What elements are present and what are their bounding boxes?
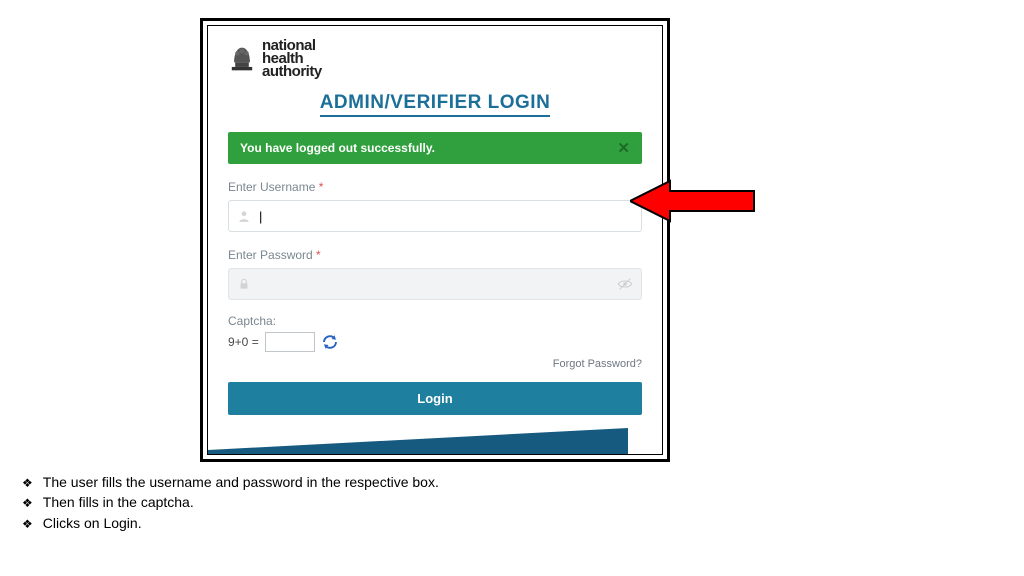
page-title-text: ADMIN/VERIFIER LOGIN [320, 92, 551, 117]
username-input-row[interactable] [228, 200, 642, 232]
captcha-label: Captcha: [228, 314, 642, 328]
user-icon [237, 209, 251, 223]
captcha-challenge: 9+0 = [228, 335, 259, 349]
forgot-password-link[interactable]: Forgot Password? [228, 358, 642, 370]
login-card-outer: national health authority ADMIN/VERIFIER… [200, 18, 670, 462]
captcha-input[interactable] [265, 332, 315, 352]
required-asterisk: * [315, 180, 323, 194]
logout-success-alert: You have logged out successfully. ✕ [228, 132, 642, 164]
username-label-text: Enter Username [228, 180, 315, 194]
password-label-text: Enter Password [228, 248, 313, 262]
brand-logo: national health authority [228, 40, 642, 78]
eye-off-icon[interactable] [617, 276, 633, 292]
alert-text: You have logged out successfully. [240, 141, 435, 155]
login-button[interactable]: Login [228, 382, 642, 415]
captcha-row: 9+0 = [228, 332, 642, 352]
brand-text: national health authority [262, 40, 322, 78]
note-item: The user fills the username and password… [22, 472, 439, 492]
brand-line-3: authority [262, 66, 322, 79]
password-label: Enter Password * [228, 248, 642, 262]
note-item: Then fills in the captcha. [22, 492, 439, 512]
footer-swoosh [208, 428, 628, 454]
username-label: Enter Username * [228, 180, 642, 194]
password-input-row[interactable] [228, 268, 642, 300]
note-item: Clicks on Login. [22, 513, 439, 533]
refresh-icon[interactable] [321, 333, 339, 351]
page-title: ADMIN/VERIFIER LOGIN [228, 92, 642, 114]
password-input[interactable] [259, 277, 609, 292]
national-emblem-icon [228, 42, 256, 76]
required-asterisk: * [313, 248, 321, 262]
login-card-inner: national health authority ADMIN/VERIFIER… [207, 25, 663, 455]
alert-close-icon[interactable]: ✕ [617, 139, 630, 157]
lock-icon [237, 277, 251, 291]
instruction-notes: The user fills the username and password… [22, 472, 439, 533]
callout-arrow-icon [630, 178, 756, 224]
username-input[interactable] [259, 209, 633, 224]
